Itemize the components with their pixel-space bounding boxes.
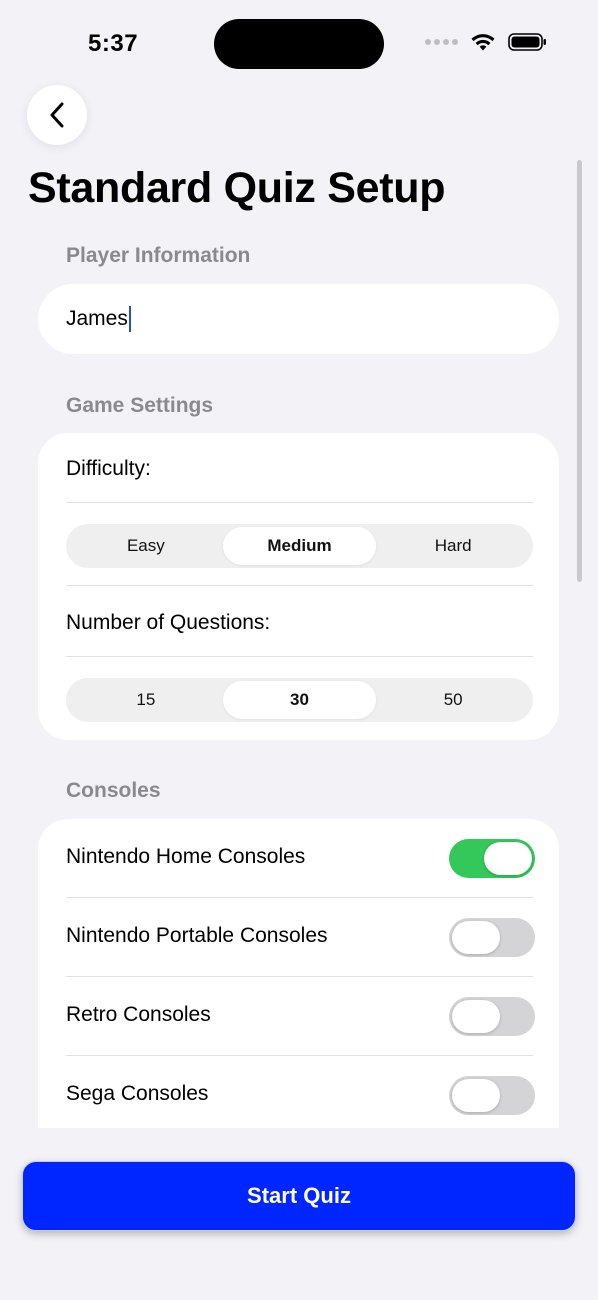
questions-segmented-control: 15 30 50 xyxy=(66,678,533,722)
back-button[interactable] xyxy=(27,85,87,145)
player-name-value: James xyxy=(66,307,128,330)
player-section-label: Player Information xyxy=(66,244,251,267)
consoles-label: Consoles xyxy=(66,779,161,802)
wifi-icon xyxy=(471,34,495,51)
scrollbar[interactable] xyxy=(577,160,582,582)
quiz-setup-screen: 5:37 Standard Quiz Setup Player Informat… xyxy=(0,0,598,1300)
divider xyxy=(66,585,533,586)
console-label: Nintendo Home Consoles xyxy=(66,845,306,868)
page-title: Standard Quiz Setup xyxy=(28,164,446,212)
status-icons xyxy=(425,32,548,52)
toggle-knob xyxy=(484,842,532,875)
difficulty-option-easy[interactable]: Easy xyxy=(69,527,223,565)
retro-toggle[interactable] xyxy=(449,997,535,1036)
text-caret xyxy=(128,306,131,332)
sega-toggle[interactable] xyxy=(449,1076,535,1115)
difficulty-option-hard[interactable]: Hard xyxy=(376,527,530,565)
questions-option-30[interactable]: 30 xyxy=(222,681,377,719)
player-name-input[interactable]: James xyxy=(38,284,559,354)
questions-option-50[interactable]: 50 xyxy=(376,681,530,719)
toggle-knob xyxy=(452,1000,500,1033)
console-row-nintendo-home: Nintendo Home Consoles xyxy=(38,819,559,898)
divider xyxy=(66,656,533,657)
consoles-card: Nintendo Home Consoles Nintendo Portable… xyxy=(38,819,559,1128)
status-time: 5:37 xyxy=(88,30,139,57)
game-settings-card: Difficulty: Easy Medium Hard Number of Q… xyxy=(38,433,559,740)
console-label: Nintendo Portable Consoles xyxy=(66,924,328,947)
questions-option-15[interactable]: 15 xyxy=(69,681,223,719)
difficulty-option-medium[interactable]: Medium xyxy=(222,527,377,565)
toggle-knob xyxy=(452,921,500,954)
console-row-retro: Retro Consoles xyxy=(38,977,559,1056)
game-settings-label: Game Settings xyxy=(66,394,214,417)
console-label: Sega Consoles xyxy=(66,1082,209,1105)
questions-label: Number of Questions: xyxy=(66,611,271,634)
console-label: Retro Consoles xyxy=(66,1003,211,1026)
toggle-knob xyxy=(452,1079,500,1112)
signal-icon xyxy=(425,39,458,45)
difficulty-segmented-control: Easy Medium Hard xyxy=(66,524,533,568)
nintendo-home-toggle[interactable] xyxy=(449,839,535,878)
difficulty-label: Difficulty: xyxy=(66,457,151,480)
nintendo-portable-toggle[interactable] xyxy=(449,918,535,957)
divider xyxy=(66,502,533,503)
chevron-left-icon xyxy=(50,102,64,128)
dynamic-island xyxy=(214,19,384,69)
console-row-sega: Sega Consoles xyxy=(38,1056,559,1135)
console-row-nintendo-portable: Nintendo Portable Consoles xyxy=(38,898,559,977)
battery-icon xyxy=(508,33,546,51)
start-quiz-button[interactable]: Start Quiz xyxy=(22,1161,576,1231)
